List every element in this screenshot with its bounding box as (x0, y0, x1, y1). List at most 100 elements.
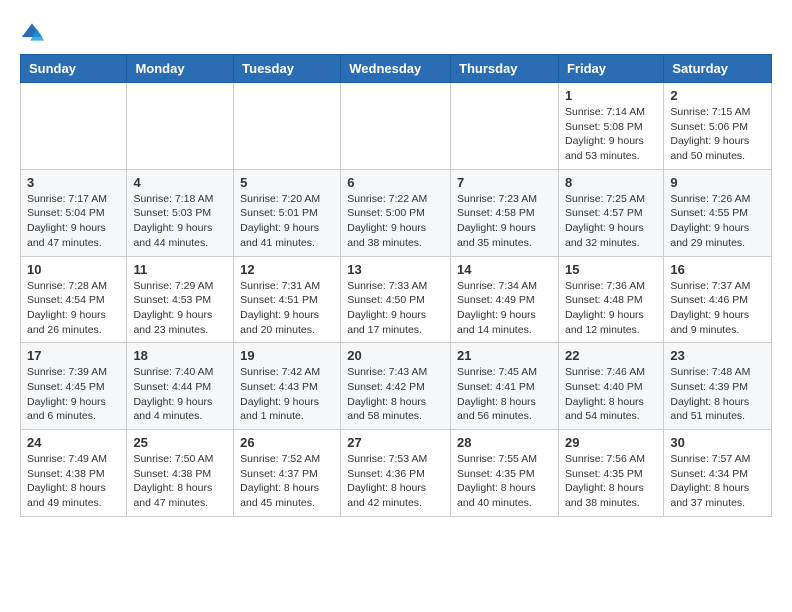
day-info: Sunrise: 7:26 AM Sunset: 4:55 PM Dayligh… (670, 192, 765, 251)
day-number: 13 (347, 262, 444, 277)
day-number: 17 (27, 348, 120, 363)
calendar-cell (127, 83, 234, 170)
calendar-cell (21, 83, 127, 170)
day-number: 1 (565, 88, 657, 103)
day-number: 6 (347, 175, 444, 190)
calendar-cell: 21 Sunrise: 7:45 AM Sunset: 4:41 PM Dayli… (451, 343, 559, 430)
day-number: 21 (457, 348, 552, 363)
calendar-cell: 20 Sunrise: 7:43 AM Sunset: 4:42 PM Dayli… (341, 343, 451, 430)
day-info: Sunrise: 7:17 AM Sunset: 5:04 PM Dayligh… (27, 192, 120, 251)
calendar-header-row: SundayMondayTuesdayWednesdayThursdayFrid… (21, 55, 772, 83)
day-info: Sunrise: 7:50 AM Sunset: 4:38 PM Dayligh… (133, 452, 227, 511)
day-number: 28 (457, 435, 552, 450)
calendar-cell: 19 Sunrise: 7:42 AM Sunset: 4:43 PM Dayli… (234, 343, 341, 430)
weekday-header: Tuesday (234, 55, 341, 83)
calendar-cell: 5 Sunrise: 7:20 AM Sunset: 5:01 PM Daylig… (234, 169, 341, 256)
calendar-cell: 11 Sunrise: 7:29 AM Sunset: 4:53 PM Dayli… (127, 256, 234, 343)
day-number: 26 (240, 435, 334, 450)
day-number: 9 (670, 175, 765, 190)
day-info: Sunrise: 7:15 AM Sunset: 5:06 PM Dayligh… (670, 105, 765, 164)
day-info: Sunrise: 7:37 AM Sunset: 4:46 PM Dayligh… (670, 279, 765, 338)
calendar-cell: 3 Sunrise: 7:17 AM Sunset: 5:04 PM Daylig… (21, 169, 127, 256)
calendar-cell: 10 Sunrise: 7:28 AM Sunset: 4:54 PM Dayli… (21, 256, 127, 343)
day-number: 7 (457, 175, 552, 190)
calendar-cell (341, 83, 451, 170)
day-info: Sunrise: 7:39 AM Sunset: 4:45 PM Dayligh… (27, 365, 120, 424)
day-info: Sunrise: 7:18 AM Sunset: 5:03 PM Dayligh… (133, 192, 227, 251)
calendar-cell: 12Sunrise: 7:31 AM Sunset: 4:51 PM Dayli… (234, 256, 341, 343)
calendar-cell: 17 Sunrise: 7:39 AM Sunset: 4:45 PM Dayli… (21, 343, 127, 430)
day-info: Sunrise: 7:14 AM Sunset: 5:08 PM Dayligh… (565, 105, 657, 164)
day-info: Sunrise: 7:20 AM Sunset: 5:01 PM Dayligh… (240, 192, 334, 251)
day-info: Sunrise: 7:45 AM Sunset: 4:41 PM Dayligh… (457, 365, 552, 424)
calendar-cell: 14 Sunrise: 7:34 AM Sunset: 4:49 PM Dayli… (451, 256, 559, 343)
calendar-cell: 2 Sunrise: 7:15 AM Sunset: 5:06 PM Daylig… (664, 83, 772, 170)
day-number: 11 (133, 262, 227, 277)
day-number: 24 (27, 435, 120, 450)
weekday-header: Sunday (21, 55, 127, 83)
day-number: 10 (27, 262, 120, 277)
day-info: Sunrise: 7:33 AM Sunset: 4:50 PM Dayligh… (347, 279, 444, 338)
calendar-week-row: 3 Sunrise: 7:17 AM Sunset: 5:04 PM Daylig… (21, 169, 772, 256)
calendar-cell: 18 Sunrise: 7:40 AM Sunset: 4:44 PM Dayli… (127, 343, 234, 430)
day-number: 19 (240, 348, 334, 363)
day-info: Sunrise: 7:22 AM Sunset: 5:00 PM Dayligh… (347, 192, 444, 251)
day-info: Sunrise: 7:42 AM Sunset: 4:43 PM Dayligh… (240, 365, 334, 424)
day-number: 2 (670, 88, 765, 103)
day-number: 23 (670, 348, 765, 363)
day-info: Sunrise: 7:56 AM Sunset: 4:35 PM Dayligh… (565, 452, 657, 511)
day-number: 8 (565, 175, 657, 190)
calendar-cell: 25Sunrise: 7:50 AM Sunset: 4:38 PM Dayli… (127, 430, 234, 517)
day-info: Sunrise: 7:23 AM Sunset: 4:58 PM Dayligh… (457, 192, 552, 251)
calendar-cell: 6 Sunrise: 7:22 AM Sunset: 5:00 PM Daylig… (341, 169, 451, 256)
day-info: Sunrise: 7:55 AM Sunset: 4:35 PM Dayligh… (457, 452, 552, 511)
day-number: 12 (240, 262, 334, 277)
calendar-week-row: 24Sunrise: 7:49 AM Sunset: 4:38 PM Dayli… (21, 430, 772, 517)
day-info: Sunrise: 7:53 AM Sunset: 4:36 PM Dayligh… (347, 452, 444, 511)
calendar-cell: 30Sunrise: 7:57 AM Sunset: 4:34 PM Dayli… (664, 430, 772, 517)
day-info: Sunrise: 7:57 AM Sunset: 4:34 PM Dayligh… (670, 452, 765, 511)
weekday-header: Saturday (664, 55, 772, 83)
day-info: Sunrise: 7:48 AM Sunset: 4:39 PM Dayligh… (670, 365, 765, 424)
day-info: Sunrise: 7:34 AM Sunset: 4:49 PM Dayligh… (457, 279, 552, 338)
calendar-cell: 23 Sunrise: 7:48 AM Sunset: 4:39 PM Dayli… (664, 343, 772, 430)
calendar-cell: 7 Sunrise: 7:23 AM Sunset: 4:58 PM Daylig… (451, 169, 559, 256)
weekday-header: Friday (558, 55, 663, 83)
day-info: Sunrise: 7:43 AM Sunset: 4:42 PM Dayligh… (347, 365, 444, 424)
calendar-cell: 15 Sunrise: 7:36 AM Sunset: 4:48 PM Dayli… (558, 256, 663, 343)
calendar-cell: 28 Sunrise: 7:55 AM Sunset: 4:35 PM Dayli… (451, 430, 559, 517)
calendar-week-row: 10 Sunrise: 7:28 AM Sunset: 4:54 PM Dayli… (21, 256, 772, 343)
day-info: Sunrise: 7:36 AM Sunset: 4:48 PM Dayligh… (565, 279, 657, 338)
day-number: 5 (240, 175, 334, 190)
day-info: Sunrise: 7:40 AM Sunset: 4:44 PM Dayligh… (133, 365, 227, 424)
calendar-cell: 22Sunrise: 7:46 AM Sunset: 4:40 PM Dayli… (558, 343, 663, 430)
day-number: 27 (347, 435, 444, 450)
calendar-cell: 13 Sunrise: 7:33 AM Sunset: 4:50 PM Dayli… (341, 256, 451, 343)
weekday-header: Thursday (451, 55, 559, 83)
day-info: Sunrise: 7:52 AM Sunset: 4:37 PM Dayligh… (240, 452, 334, 511)
day-number: 15 (565, 262, 657, 277)
calendar-cell: 4 Sunrise: 7:18 AM Sunset: 5:03 PM Daylig… (127, 169, 234, 256)
calendar-cell: 8Sunrise: 7:25 AM Sunset: 4:57 PM Daylig… (558, 169, 663, 256)
day-info: Sunrise: 7:28 AM Sunset: 4:54 PM Dayligh… (27, 279, 120, 338)
day-number: 20 (347, 348, 444, 363)
calendar-week-row: 1 Sunrise: 7:14 AM Sunset: 5:08 PM Daylig… (21, 83, 772, 170)
logo-icon (20, 20, 44, 44)
page-header (20, 20, 772, 44)
day-info: Sunrise: 7:29 AM Sunset: 4:53 PM Dayligh… (133, 279, 227, 338)
calendar-cell: 1 Sunrise: 7:14 AM Sunset: 5:08 PM Daylig… (558, 83, 663, 170)
day-number: 29 (565, 435, 657, 450)
weekday-header: Monday (127, 55, 234, 83)
day-number: 16 (670, 262, 765, 277)
day-number: 18 (133, 348, 227, 363)
day-number: 14 (457, 262, 552, 277)
calendar-cell: 16 Sunrise: 7:37 AM Sunset: 4:46 PM Dayli… (664, 256, 772, 343)
weekday-header: Wednesday (341, 55, 451, 83)
calendar-cell: 26 Sunrise: 7:52 AM Sunset: 4:37 PM Dayli… (234, 430, 341, 517)
day-number: 3 (27, 175, 120, 190)
calendar-week-row: 17 Sunrise: 7:39 AM Sunset: 4:45 PM Dayli… (21, 343, 772, 430)
calendar-cell: 29 Sunrise: 7:56 AM Sunset: 4:35 PM Dayli… (558, 430, 663, 517)
day-info: Sunrise: 7:46 AM Sunset: 4:40 PM Dayligh… (565, 365, 657, 424)
calendar-cell (451, 83, 559, 170)
day-number: 4 (133, 175, 227, 190)
